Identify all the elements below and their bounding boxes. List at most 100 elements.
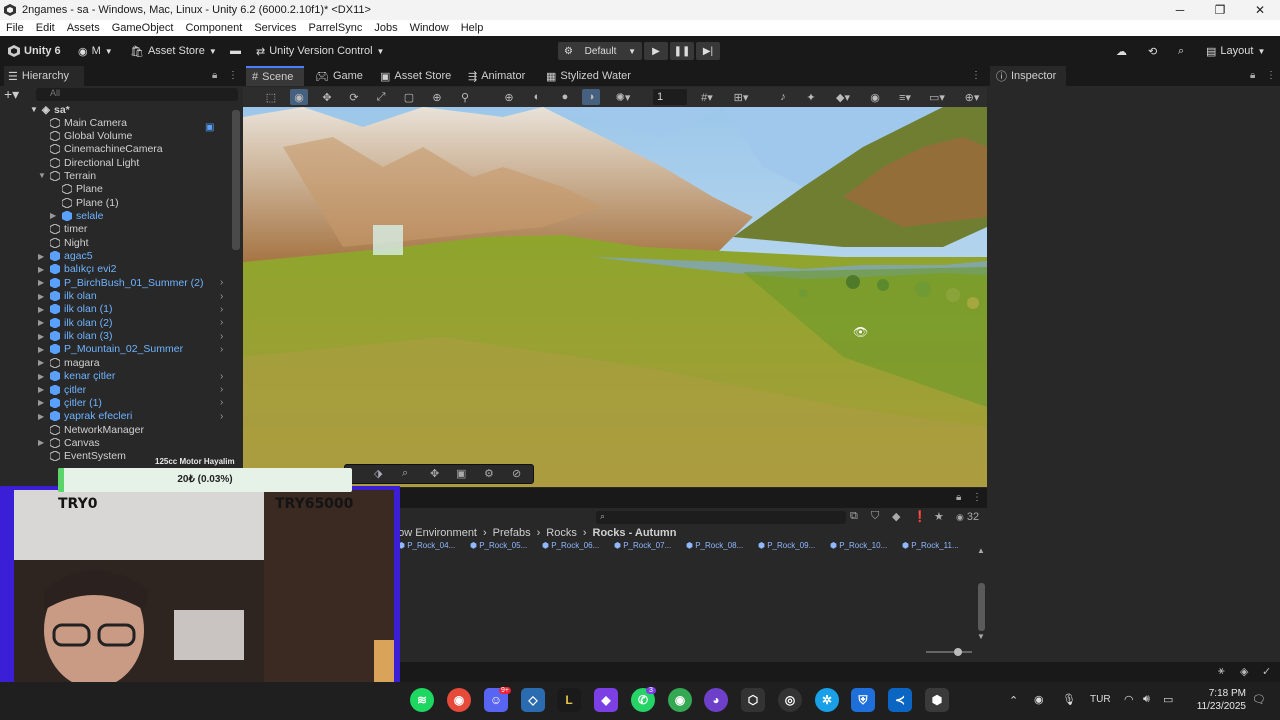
project-scrollbar[interactable] xyxy=(978,583,985,631)
hierarchy-scrollbar[interactable] xyxy=(232,110,240,250)
github-icon[interactable]: ◕ xyxy=(704,688,728,712)
expand-arrow-icon[interactable]: ▶ xyxy=(38,372,44,381)
hierarchy-item[interactable]: ▶ ilk olan (1) › xyxy=(0,303,240,316)
tray-app-icon[interactable]: ◉ xyxy=(1034,693,1044,706)
hierarchy-item[interactable]: Main Camera xyxy=(0,116,240,129)
expand-arrow-icon[interactable]: ▶ xyxy=(38,412,44,421)
build-profile-dropdown[interactable]: ⚙ Default ▼ xyxy=(558,42,642,60)
lighting-toggle-icon[interactable]: ◑ xyxy=(582,89,600,105)
more-options-icon[interactable]: ⋮ xyxy=(972,492,982,503)
hierarchy-item[interactable]: timer xyxy=(0,223,240,236)
expand-arrow-icon[interactable]: ▶ xyxy=(38,398,44,407)
chevron-right-icon[interactable]: › xyxy=(220,331,223,342)
breadcrumb-item[interactable]: dow Environment xyxy=(392,527,477,539)
vscode-icon[interactable]: ≺ xyxy=(888,688,912,712)
hierarchy-item[interactable]: ▶ ilk olan › xyxy=(0,290,240,303)
lock-icon[interactable]: 🔒︎ xyxy=(956,492,961,503)
more-options-icon[interactable]: ⋮ xyxy=(1266,70,1276,81)
menu-file[interactable]: File xyxy=(0,22,30,34)
shading-mode-icon[interactable]: ● xyxy=(556,89,574,105)
expand-arrow-icon[interactable]: ▶ xyxy=(38,252,44,261)
asset-item[interactable]: ⬢ P_Rock_10... xyxy=(830,541,887,550)
gizmos-dropdown-icon[interactable]: ⊕▾ xyxy=(958,89,986,105)
asset-item[interactable]: ⬢ P_Rock_11... xyxy=(902,541,959,550)
battery-icon[interactable]: ▭ xyxy=(1163,693,1173,706)
scroll-up-icon[interactable]: ▲ xyxy=(977,546,985,555)
menu-component[interactable]: Component xyxy=(179,22,248,34)
wifi-icon[interactable]: ◠ xyxy=(1124,693,1134,706)
expand-arrow-icon[interactable]: ▶ xyxy=(38,292,44,301)
chevron-right-icon[interactable]: › xyxy=(220,317,223,328)
effects-dropdown-icon[interactable]: ✺▾ xyxy=(610,89,636,105)
hierarchy-item[interactable]: ▶ yaprak efecleri › xyxy=(0,410,240,423)
unity-cloud-button[interactable]: Unity 6 xyxy=(8,41,61,61)
menu-services[interactable]: Services xyxy=(248,22,302,34)
tag-icon[interactable]: ◆ xyxy=(892,510,900,523)
menu-gameobject[interactable]: GameObject xyxy=(106,22,180,34)
filter-type-icon[interactable]: ⧉ xyxy=(850,510,858,523)
spotify-icon[interactable]: ≋ xyxy=(410,688,434,712)
step-button[interactable]: ▶| xyxy=(696,42,720,60)
layout-dropdown[interactable]: ▤ Layout ▼ xyxy=(1206,41,1265,61)
pause-button[interactable]: ❚❚ xyxy=(670,42,694,60)
scale-tool-icon[interactable]: ⤢ xyxy=(372,89,390,105)
close-button[interactable]: ✕ xyxy=(1240,0,1280,20)
settings-tool-icon[interactable]: ⚙ xyxy=(484,467,494,480)
hierarchy-item[interactable]: Night xyxy=(0,236,240,249)
hierarchy-item[interactable]: Plane xyxy=(0,183,240,196)
expand-arrow-icon[interactable]: ▶ xyxy=(38,345,44,354)
language-indicator[interactable]: TUR xyxy=(1090,694,1111,705)
pan-tool-icon[interactable]: ✥ xyxy=(430,467,439,480)
compass-tool-icon[interactable]: ⊘ xyxy=(512,467,521,480)
check-circle-icon[interactable]: ✓ xyxy=(1262,665,1271,678)
obsidian-icon[interactable]: ◆ xyxy=(594,688,618,712)
chevron-up-icon[interactable]: ⌃ xyxy=(1009,694,1018,707)
move-tool-icon[interactable]: ✥ xyxy=(318,89,336,105)
rotate-tool-icon[interactable]: ⟳ xyxy=(345,89,363,105)
version-control-dropdown[interactable]: ⇄ Unity Version Control ▼ xyxy=(256,41,384,61)
draw-mode-icon[interactable]: ≡▾ xyxy=(892,89,918,105)
hierarchy-item[interactable]: ▶ magara xyxy=(0,356,240,369)
custom-tool-icon[interactable]: ⚲ xyxy=(456,89,474,105)
tab-scene[interactable]: # Scene xyxy=(246,66,304,86)
obs-icon[interactable]: ◎ xyxy=(778,688,802,712)
collapse-arrow-icon[interactable]: ▼ xyxy=(38,171,46,180)
maximize-button[interactable]: ❐ xyxy=(1200,0,1240,20)
hierarchy-item[interactable]: ▼ Terrain xyxy=(0,169,240,182)
clock[interactable]: 7:18 PM 11/23/2025 xyxy=(1192,687,1246,713)
add-object-button[interactable]: +▾ xyxy=(4,86,19,103)
layers-dropdown-icon[interactable]: ◆▾ xyxy=(830,89,856,105)
minimize-button[interactable]: ─ xyxy=(1160,0,1200,20)
chevron-right-icon[interactable]: › xyxy=(220,397,223,408)
hierarchy-item[interactable]: NetworkManager xyxy=(0,423,240,436)
menu-edit[interactable]: Edit xyxy=(30,22,61,34)
camera-settings-icon[interactable]: ▭▾ xyxy=(924,89,950,105)
expand-arrow-icon[interactable]: ▶ xyxy=(38,318,44,327)
hierarchy-search-input[interactable]: All xyxy=(36,88,238,101)
lock-icon[interactable]: 🔒︎ xyxy=(1250,70,1255,81)
more-options-icon[interactable]: ⋮ xyxy=(228,70,238,81)
asset-item[interactable]: ⬢ P_Rock_06... xyxy=(542,541,599,550)
account-dropdown[interactable]: ◉ M ▼ xyxy=(78,41,113,61)
rect-tool-icon[interactable]: ▢ xyxy=(400,89,418,105)
view-tool-icon[interactable]: ⬚ xyxy=(262,89,280,105)
lock-icon[interactable]: 🔒︎ xyxy=(212,70,217,81)
star-icon[interactable]: ★ xyxy=(934,510,944,523)
project-search-input[interactable]: ⌕ xyxy=(596,511,846,524)
increment-snap-icon[interactable]: ⊞▾ xyxy=(728,89,754,105)
grid-size-field[interactable]: 1 xyxy=(653,89,687,105)
menu-window[interactable]: Window xyxy=(404,22,455,34)
chevron-right-icon[interactable]: › xyxy=(220,384,223,395)
breadcrumb-item[interactable]: Rocks xyxy=(546,527,577,539)
chevron-right-icon[interactable]: › xyxy=(220,344,223,355)
hierarchy-item[interactable]: ▶ selale xyxy=(0,209,240,222)
global-toggle-icon[interactable]: ◐ xyxy=(528,89,546,105)
grid-snap-icon[interactable]: #▾ xyxy=(694,89,720,105)
menu-help[interactable]: Help xyxy=(455,22,490,34)
hierarchy-item[interactable]: Directional Light xyxy=(0,156,240,169)
league-icon[interactable]: L xyxy=(557,688,581,712)
chrome-profile-icon[interactable]: ◉ xyxy=(668,688,692,712)
fx-toggle-icon[interactable]: ✦ xyxy=(802,89,820,105)
hierarchy-item[interactable]: ▶ çitler › xyxy=(0,383,240,396)
cloud-button[interactable]: ☁ xyxy=(1116,41,1127,61)
